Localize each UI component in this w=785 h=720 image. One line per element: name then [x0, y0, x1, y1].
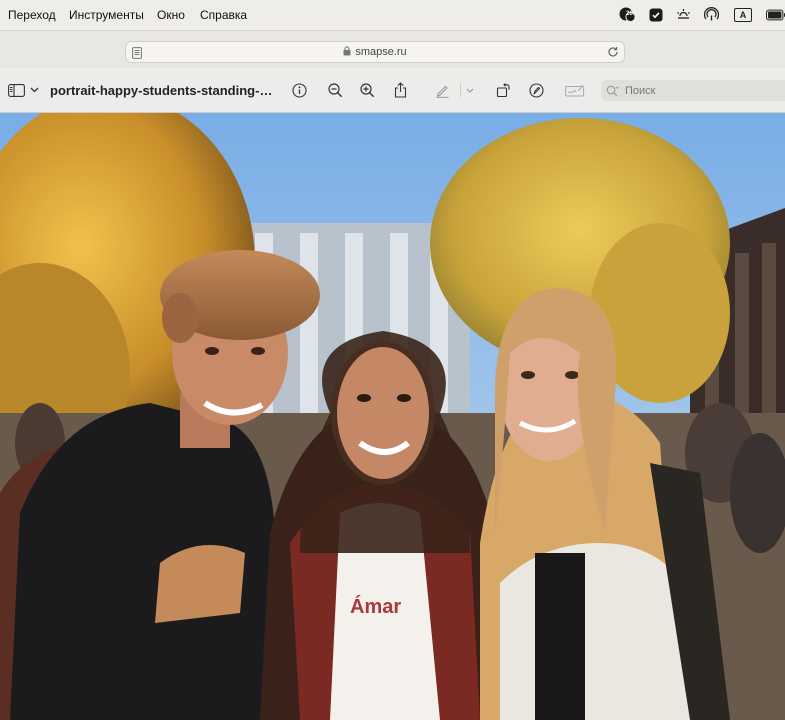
zoom-out-icon[interactable] [326, 81, 344, 99]
airdrop-icon[interactable] [703, 7, 719, 22]
document-title: portrait-happy-students-standing-s... [50, 83, 275, 98]
sunrise-icon[interactable] [674, 7, 692, 22]
svg-text:Ámar: Ámar [350, 595, 401, 618]
menu-item-go[interactable]: Переход [8, 8, 56, 22]
markup-chevron-down-icon[interactable] [464, 81, 476, 99]
zoom-in-icon[interactable] [358, 81, 376, 99]
menu-item-help[interactable]: Справка [200, 8, 247, 22]
keyboard-input-label: A [734, 7, 752, 22]
url-field[interactable]: smapse.ru [125, 41, 625, 63]
reload-icon[interactable] [607, 45, 619, 63]
students-photo: Ámar [0, 113, 785, 720]
markup-circle-pen-icon[interactable] [527, 81, 545, 99]
signature-icon[interactable] [564, 81, 586, 99]
badge-count: 26 [626, 11, 633, 17]
document-image: Ámar [0, 113, 785, 720]
rotate-icon[interactable] [494, 81, 512, 99]
lock-icon [343, 46, 351, 59]
url-display: smapse.ru [126, 46, 624, 59]
url-text: smapse.ru [355, 46, 407, 58]
menu-item-window[interactable]: Окно [157, 8, 185, 22]
address-bar: smapse.ru [0, 31, 785, 67]
info-icon[interactable] [290, 81, 308, 99]
search-icon [606, 84, 619, 102]
search-box[interactable] [601, 80, 785, 101]
toolbar-divider [458, 81, 462, 99]
search-input[interactable] [623, 82, 777, 100]
chevron-down-icon[interactable] [28, 81, 40, 99]
notification-badge-icon[interactable]: 26 [618, 7, 636, 22]
menu-item-tools[interactable]: Инструменты [69, 8, 144, 22]
preview-toolbar: portrait-happy-students-standing-s... [0, 68, 785, 113]
sidebar-toggle-icon[interactable] [6, 81, 26, 99]
keyboard-input-icon[interactable]: A [733, 7, 753, 22]
share-icon[interactable] [391, 81, 409, 99]
markup-pen-icon[interactable] [433, 81, 451, 99]
battery-icon[interactable] [766, 7, 785, 22]
shield-check-icon[interactable] [648, 7, 663, 22]
menu-bar: Переход Инструменты Окно Справка 26 A [0, 0, 785, 31]
